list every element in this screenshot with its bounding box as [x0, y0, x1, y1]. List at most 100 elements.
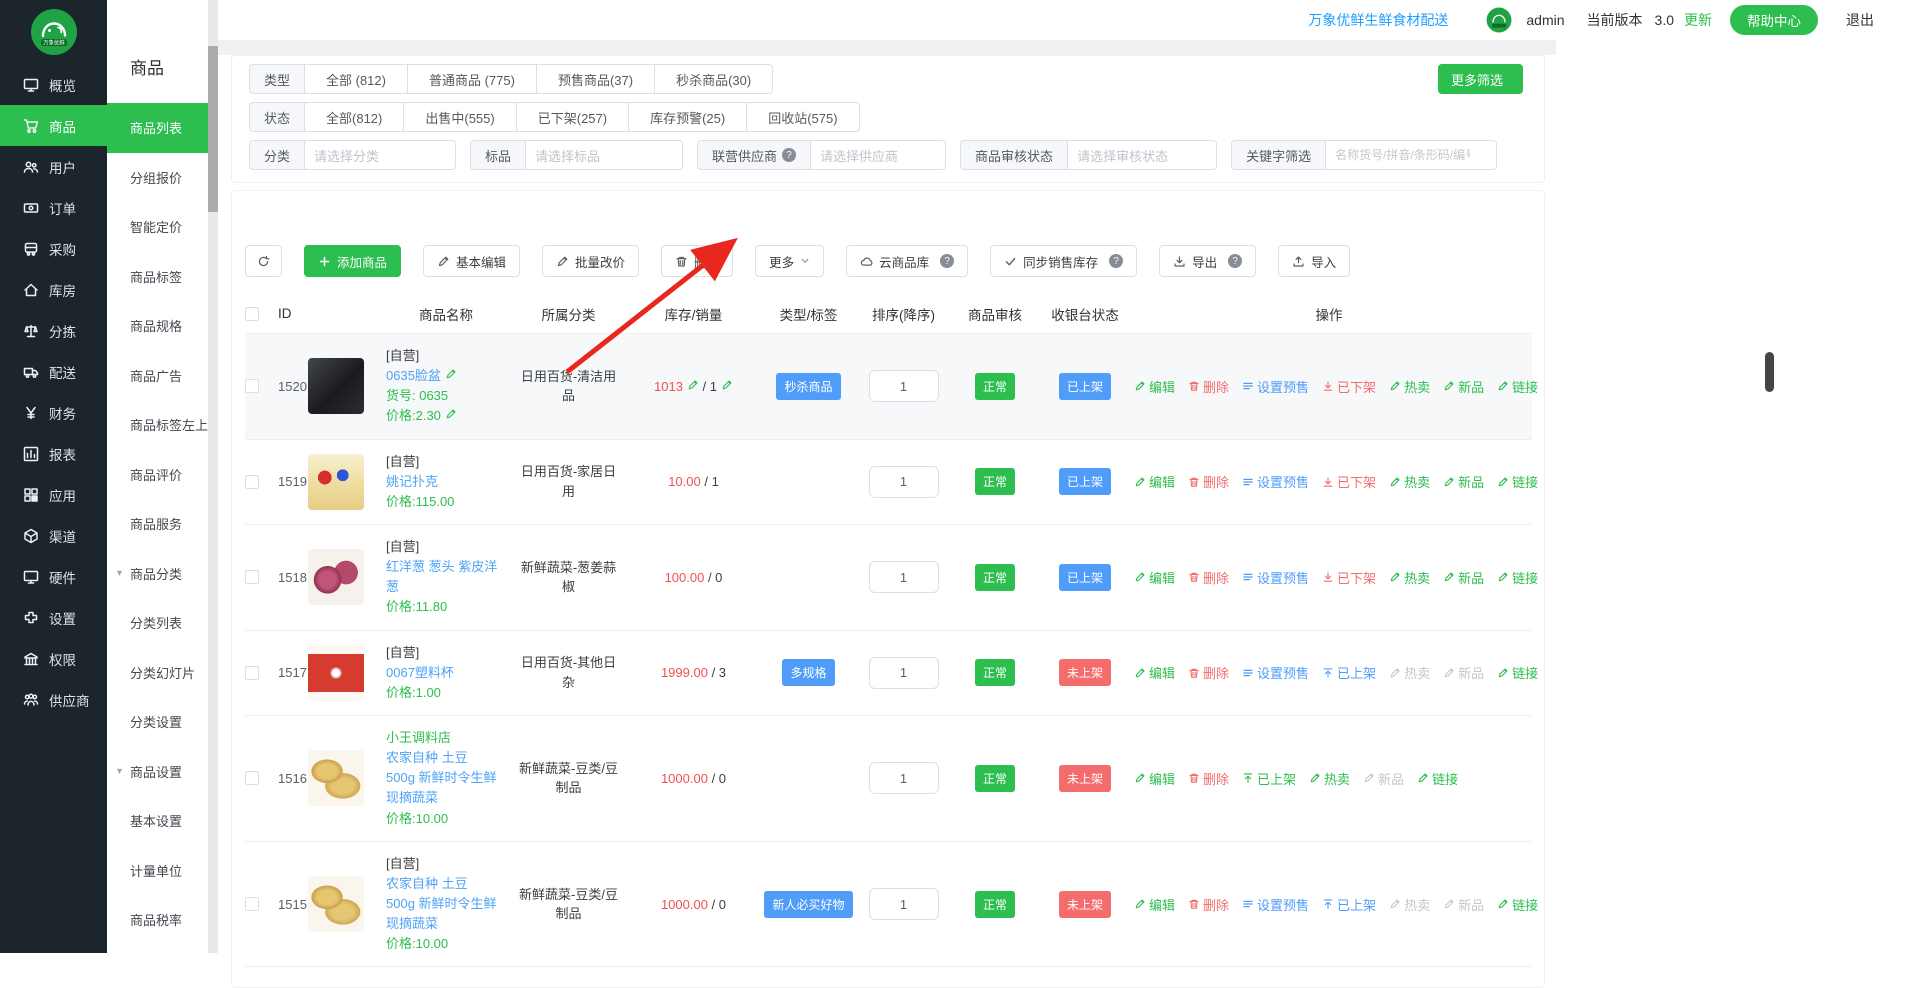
action-新品[interactable]: 新品	[1363, 769, 1404, 788]
action-热卖[interactable]: 热卖	[1389, 568, 1430, 587]
audit-select[interactable]: 请选择审核状态	[1067, 140, 1217, 170]
更多-button[interactable]: 更多	[755, 245, 824, 277]
row-checkbox[interactable]	[245, 897, 259, 911]
action-编辑[interactable]: 编辑	[1134, 769, 1175, 788]
type-option-普通商品 (775)[interactable]: 普通商品 (775)	[407, 64, 537, 94]
submenu-item-商品列表[interactable]: 商品列表	[107, 103, 208, 153]
action-设置预售[interactable]: 设置预售	[1242, 568, 1309, 587]
action-删除[interactable]: 删除	[1188, 377, 1229, 396]
category-select[interactable]: 请选择分类	[304, 140, 456, 170]
product-name-link[interactable]: 农家自种 土豆 500g 新鲜时令生鲜现摘蔬菜	[386, 876, 497, 931]
action-链接[interactable]: 链接	[1497, 895, 1538, 914]
row-checkbox[interactable]	[245, 475, 259, 489]
action-热卖[interactable]: 热卖	[1389, 377, 1430, 396]
action-编辑[interactable]: 编辑	[1134, 568, 1175, 587]
submenu-item-商品规格[interactable]: 商品规格	[107, 301, 208, 351]
sidebar-item-供应商[interactable]: 供应商	[0, 679, 107, 720]
product-name-link[interactable]: 农家自种 土豆 500g 新鲜时令生鲜现摘蔬菜	[386, 750, 497, 805]
sidebar-item-设置[interactable]: 设置	[0, 597, 107, 638]
more-filters-button[interactable]: 更多筛选	[1438, 64, 1523, 94]
action-编辑[interactable]: 编辑	[1134, 663, 1175, 682]
type-option-全部 (812)[interactable]: 全部 (812)	[304, 64, 408, 94]
supplier-name[interactable]: 小王调料店	[386, 728, 500, 748]
product-name-link[interactable]: 0635脸盆	[386, 368, 441, 383]
sidebar-item-商品[interactable]: 商品	[0, 105, 107, 146]
sort-input[interactable]	[869, 370, 939, 402]
row-checkbox[interactable]	[245, 771, 259, 785]
action-已下架[interactable]: 已下架	[1322, 472, 1376, 491]
type-option-预售商品(37)[interactable]: 预售商品(37)	[536, 64, 655, 94]
submenu-item-商品标签左上[interactable]: 商品标签左上	[107, 400, 208, 450]
批量改价-button[interactable]: 批量改价	[542, 245, 639, 277]
submenu-item-基本设置[interactable]: 基本设置	[107, 796, 208, 846]
page-scrollbar-thumb[interactable]	[1765, 352, 1774, 392]
sort-input[interactable]	[869, 561, 939, 593]
action-设置预售[interactable]: 设置预售	[1242, 895, 1309, 914]
store-link[interactable]: 万象优鲜生鲜食材配送	[1308, 10, 1448, 30]
submenu-item-分类设置[interactable]: 分类设置	[107, 697, 208, 747]
product-name-link[interactable]: 红洋葱 葱头 紫皮洋葱	[386, 559, 497, 594]
action-新品[interactable]: 新品	[1443, 663, 1484, 682]
status-option-出售中(555)[interactable]: 出售中(555)	[403, 102, 516, 132]
sort-input[interactable]	[869, 466, 939, 498]
row-checkbox[interactable]	[245, 570, 259, 584]
sidebar-item-渠道[interactable]: 渠道	[0, 515, 107, 556]
删除-button[interactable]: 删除	[661, 245, 733, 277]
云商品库-button[interactable]: 云商品库?	[846, 245, 968, 277]
submenu-item-商品广告[interactable]: 商品广告	[107, 351, 208, 401]
type-option-秒杀商品(30)[interactable]: 秒杀商品(30)	[654, 64, 773, 94]
status-option-全部(812)[interactable]: 全部(812)	[304, 102, 404, 132]
help-center-button[interactable]: 帮助中心	[1730, 5, 1818, 35]
edit-sales-icon[interactable]	[721, 379, 733, 391]
action-新品[interactable]: 新品	[1443, 377, 1484, 396]
导入-button[interactable]: 导入	[1278, 245, 1350, 277]
action-删除[interactable]: 删除	[1188, 769, 1229, 788]
action-删除[interactable]: 删除	[1188, 568, 1229, 587]
action-已上架[interactable]: 已上架	[1322, 895, 1376, 914]
standard-select[interactable]: 请选择标品	[525, 140, 683, 170]
submenu-item-商品分类[interactable]: ▾商品分类	[107, 549, 208, 599]
row-checkbox[interactable]	[245, 666, 259, 680]
action-新品[interactable]: 新品	[1443, 895, 1484, 914]
action-设置预售[interactable]: 设置预售	[1242, 472, 1309, 491]
action-编辑[interactable]: 编辑	[1134, 895, 1175, 914]
sort-input[interactable]	[869, 657, 939, 689]
action-链接[interactable]: 链接	[1497, 472, 1538, 491]
action-删除[interactable]: 删除	[1188, 663, 1229, 682]
action-已上架[interactable]: 已上架	[1242, 769, 1296, 788]
keyword-search-input[interactable]	[1325, 140, 1497, 170]
action-热卖[interactable]: 热卖	[1389, 663, 1430, 682]
submenu-item-商品设置[interactable]: ▾商品设置	[107, 747, 208, 797]
product-name-link[interactable]: 0067塑料杯	[386, 665, 454, 680]
sidebar-item-采购[interactable]: 采购	[0, 228, 107, 269]
action-链接[interactable]: 链接	[1497, 663, 1538, 682]
submenu-item-分类幻灯片[interactable]: 分类幻灯片	[107, 648, 208, 698]
submenu-item-商品税率[interactable]: 商品税率	[107, 895, 208, 945]
添加商品-button[interactable]: 添加商品	[304, 245, 401, 277]
action-链接[interactable]: 链接	[1417, 769, 1458, 788]
action-编辑[interactable]: 编辑	[1134, 377, 1175, 396]
sidebar-item-硬件[interactable]: 硬件	[0, 556, 107, 597]
logout-button[interactable]: 退出	[1840, 10, 1874, 30]
row-checkbox[interactable]	[245, 379, 259, 393]
sort-input[interactable]	[869, 888, 939, 920]
sidebar-item-概览[interactable]: 概览	[0, 64, 107, 105]
status-option-回收站(575)[interactable]: 回收站(575)	[746, 102, 859, 132]
submenu-item-商品服务[interactable]: 商品服务	[107, 499, 208, 549]
submenu-item-商品标签[interactable]: 商品标签	[107, 252, 208, 302]
help-icon[interactable]: ?	[1228, 254, 1242, 268]
基本编辑-button[interactable]: 基本编辑	[423, 245, 520, 277]
status-option-已下架(257)[interactable]: 已下架(257)	[516, 102, 629, 132]
sidebar-item-报表[interactable]: 报表	[0, 433, 107, 474]
action-热卖[interactable]: 热卖	[1309, 769, 1350, 788]
submenu-item-计量单位[interactable]: 计量单位	[107, 846, 208, 896]
action-删除[interactable]: 删除	[1188, 472, 1229, 491]
sidebar-item-权限[interactable]: 权限	[0, 638, 107, 679]
refresh-button[interactable]	[245, 245, 282, 277]
同步销售库存-button[interactable]: 同步销售库存?	[990, 245, 1137, 277]
action-编辑[interactable]: 编辑	[1134, 472, 1175, 491]
update-link[interactable]: 更新	[1684, 10, 1712, 30]
submenu-item-分组报价[interactable]: 分组报价	[107, 153, 208, 203]
sidebar-item-应用[interactable]: 应用	[0, 474, 107, 515]
sidebar-item-订单[interactable]: 订单	[0, 187, 107, 228]
